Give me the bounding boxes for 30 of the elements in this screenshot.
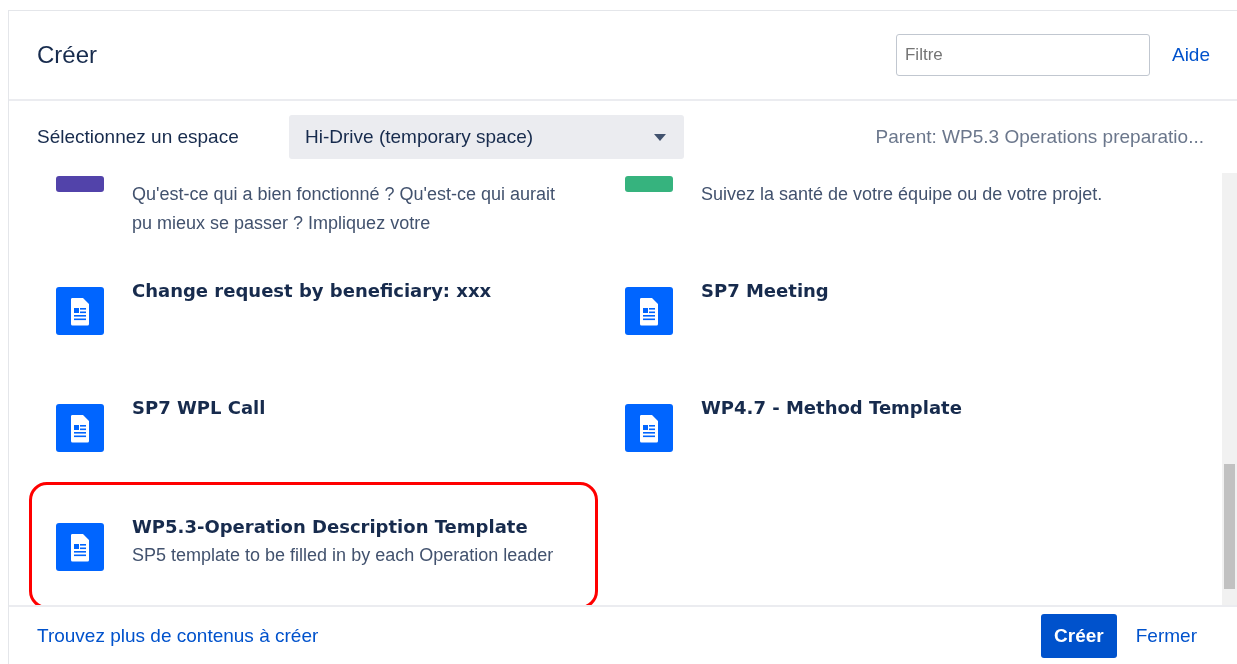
- document-icon: [56, 287, 104, 335]
- document-icon: [56, 404, 104, 452]
- scrollbar[interactable]: [1222, 173, 1237, 605]
- close-button[interactable]: Fermer: [1122, 614, 1210, 658]
- space-label: Sélectionnez un espace: [37, 126, 240, 148]
- template-title: SP7 Meeting: [701, 279, 830, 303]
- document-icon: [625, 404, 673, 452]
- caret-icon: [654, 133, 666, 141]
- template-item[interactable]: SP7 Meeting: [598, 254, 1222, 371]
- space-select[interactable]: Hi-Drive (temporary space): [289, 115, 684, 159]
- template-item[interactable]: WP4.7 - Method Template: [598, 371, 1222, 488]
- template-title: WP4.7 - Method Template: [701, 396, 963, 420]
- template-title: SP7 WPL Call: [132, 396, 267, 420]
- template-item[interactable]: Qu'est-ce qui a bien fonctionné ? Qu'est-ce qui aurait pu mieux se passer ? Impliquez votre: [29, 173, 598, 254]
- document-icon: [625, 287, 673, 335]
- more-content-link[interactable]: Trouvez plus de contenus à créer: [37, 625, 319, 647]
- parent-label: Parent: WP5.3 Operations preparatio...: [875, 126, 1204, 148]
- template-description: Qu'est-ce qui a bien fonctionné ? Qu'est-ce qui aurait pu mieux se passer ? Impliquez votre: [132, 183, 557, 235]
- filter-field[interactable]: Filtre: [895, 34, 1150, 76]
- template-description: Suivez la santé de votre équipe ou de votre projet.: [701, 183, 1104, 206]
- template-title: WP5.3-Operation Description Template: [132, 515, 529, 539]
- template-item[interactable]: Change request by beneficiary: xxx: [29, 254, 598, 371]
- create-button[interactable]: Créer: [1041, 614, 1117, 658]
- template-title: Change request by beneficiary: xxx: [132, 279, 493, 303]
- template-item[interactable]: Suivez la santé de votre équipe ou de votre projet.: [598, 173, 1222, 254]
- document-icon: [56, 523, 104, 571]
- template-item[interactable]: WP5.3-Operation Description Template SP5 template to be filled in by each Operation leader: [29, 482, 598, 605]
- help-link[interactable]: Aide: [1171, 44, 1210, 66]
- template-description: SP5 template to be filled in by each Operation leader: [132, 544, 555, 567]
- dialog-title: Créer: [37, 41, 97, 69]
